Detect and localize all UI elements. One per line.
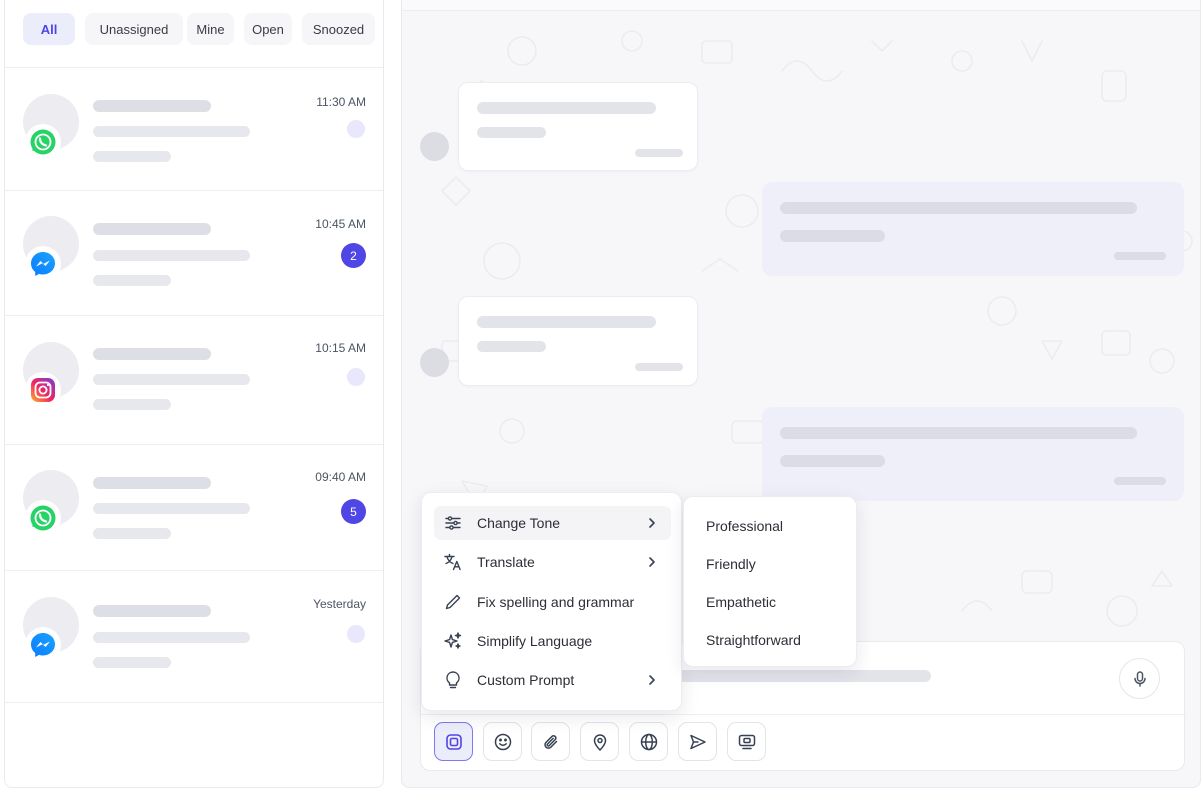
tone-submenu: Professional Friendly Empathetic Straigh… [683,496,857,667]
conversation-item[interactable]: 10:45 AM 2 [5,191,383,316]
tone-option-professional[interactable]: Professional [706,518,783,534]
pencil-icon [443,592,463,612]
tab-unassigned[interactable]: Unassigned [85,13,183,45]
emoji-button[interactable] [483,722,522,761]
menu-item-label: Fix spelling and grammar [477,594,635,610]
menu-item-simplify-language[interactable]: Simplify Language [434,624,671,658]
menu-item-label: Change Tone [477,515,561,531]
message-outgoing [762,182,1184,276]
timestamp: 10:15 AM [315,341,366,355]
unread-dot [347,368,365,386]
location-icon [593,733,606,751]
screen-icon [738,734,755,749]
tab-snoozed[interactable]: Snoozed [302,13,375,45]
messenger-icon [25,627,61,663]
unread-badge: 2 [341,243,366,268]
screen-share-button[interactable] [727,722,766,761]
tab-label: Mine [196,21,225,37]
menu-item-label: Translate [477,554,535,570]
conversation-item[interactable]: Yesterday [5,571,383,703]
globe-icon [640,733,657,750]
message-outgoing [762,407,1184,501]
unread-badge: 5 [341,499,366,524]
attachment-button[interactable] [531,722,570,761]
send-button[interactable] [678,722,717,761]
conversation-item[interactable]: 09:40 AM 5 [5,445,383,571]
ai-assist-menu: Change Tone Translate Fix spelling and g… [421,492,682,711]
tab-mine[interactable]: Mine [187,13,234,45]
messenger-icon [25,246,61,282]
menu-item-fix-spelling[interactable]: Fix spelling and grammar [434,585,671,619]
sliders-icon [443,513,463,533]
translate-globe-button[interactable] [629,722,668,761]
timestamp: 11:30 AM [316,95,366,109]
timestamp: 10:45 AM [315,217,366,231]
ai-assist-button[interactable] [434,722,473,761]
avatar [420,348,449,377]
message-incoming [458,82,698,171]
tab-label: Snoozed [312,21,365,37]
composer-input[interactable] [671,670,931,682]
message-incoming [458,296,698,386]
menu-item-custom-prompt[interactable]: Custom Prompt [434,663,671,697]
chat-header [402,0,1200,11]
tab-all[interactable]: All [23,13,75,45]
tab-open[interactable]: Open [244,13,292,45]
tab-label: Open [252,21,284,37]
chevron-right-icon [649,518,655,528]
translate-icon [443,552,463,572]
chevron-right-icon [649,557,655,567]
menu-item-label: Simplify Language [477,633,593,649]
unread-dot [347,120,365,138]
instagram-icon [25,372,61,408]
conversation-sidebar: All Unassigned Mine Open Snoozed 11:30 A… [4,0,384,788]
location-button[interactable] [580,722,619,761]
whatsapp-icon [25,500,61,536]
tab-label: All [40,21,58,37]
send-icon [689,734,706,749]
unread-dot [347,625,365,643]
sparkles-icon [443,631,463,651]
tab-label: Unassigned [99,21,169,37]
avatar [420,132,449,161]
tone-option-friendly[interactable]: Friendly [706,556,756,572]
menu-item-change-tone[interactable]: Change Tone [434,506,671,540]
conversation-item[interactable]: 10:15 AM [5,316,383,445]
ai-assist-icon [445,733,462,750]
menu-item-translate[interactable]: Translate [434,545,671,579]
chevron-right-icon [649,675,655,685]
attachment-icon [543,734,557,749]
microphone-button[interactable] [1119,658,1160,699]
conversation-item[interactable]: 11:30 AM [5,68,383,191]
filter-tabs: All Unassigned Mine Open Snoozed [5,0,383,68]
timestamp: Yesterday [313,597,366,611]
tone-option-straightforward[interactable]: Straightforward [706,632,801,648]
tone-option-empathetic[interactable]: Empathetic [706,594,776,610]
emoji-icon [494,733,511,750]
microphone-icon [1133,670,1146,687]
timestamp: 09:40 AM [315,470,366,484]
lightbulb-icon [443,670,463,690]
menu-item-label: Custom Prompt [477,672,575,688]
whatsapp-icon [25,124,61,160]
